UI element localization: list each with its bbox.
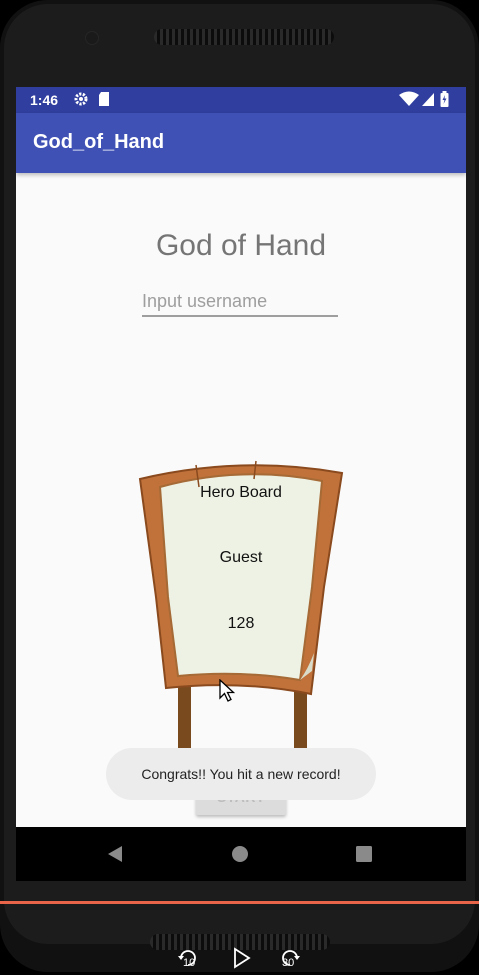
board-player-name: Guest — [219, 549, 263, 566]
game-heading: God of Hand — [155, 229, 327, 262]
nav-bar — [16, 827, 466, 881]
username-input[interactable] — [142, 287, 338, 317]
status-time: 1:46 — [30, 92, 59, 108]
battery-icon — [440, 91, 449, 110]
board-title: Hero Board — [200, 484, 282, 501]
top-speaker — [154, 29, 334, 45]
app-bar: God_of_Hand — [16, 113, 466, 173]
status-bar: 1:46 — [16, 87, 466, 113]
timeline-progress-line[interactable] — [0, 901, 479, 904]
sd-card-icon — [97, 91, 111, 110]
front-camera — [85, 31, 99, 45]
home-icon[interactable] — [225, 839, 255, 869]
rewind-seconds-label: 10 — [183, 957, 196, 969]
wooden-sign-illustration — [138, 460, 344, 754]
forward-seconds-label: 30 — [282, 957, 295, 969]
settings-gear-icon — [73, 91, 89, 110]
record-toast: Congrats!! You hit a new record! — [106, 748, 376, 800]
signal-icon — [421, 91, 435, 110]
board-score: 128 — [227, 615, 255, 632]
back-icon[interactable] — [100, 839, 130, 869]
mouse-cursor-icon — [219, 678, 236, 708]
device-screen: 1:46 God_of_Hand God of Hand Input usern… — [16, 87, 466, 881]
wifi-icon — [399, 91, 419, 110]
app-title: God_of_Hand — [33, 131, 165, 153]
play-icon[interactable] — [229, 946, 253, 970]
recents-icon[interactable] — [349, 839, 379, 869]
hero-board: Hero Board Guest 128 — [136, 457, 346, 757]
phone-frame: 1:46 God_of_Hand God of Hand Input usern… — [0, 0, 479, 972]
